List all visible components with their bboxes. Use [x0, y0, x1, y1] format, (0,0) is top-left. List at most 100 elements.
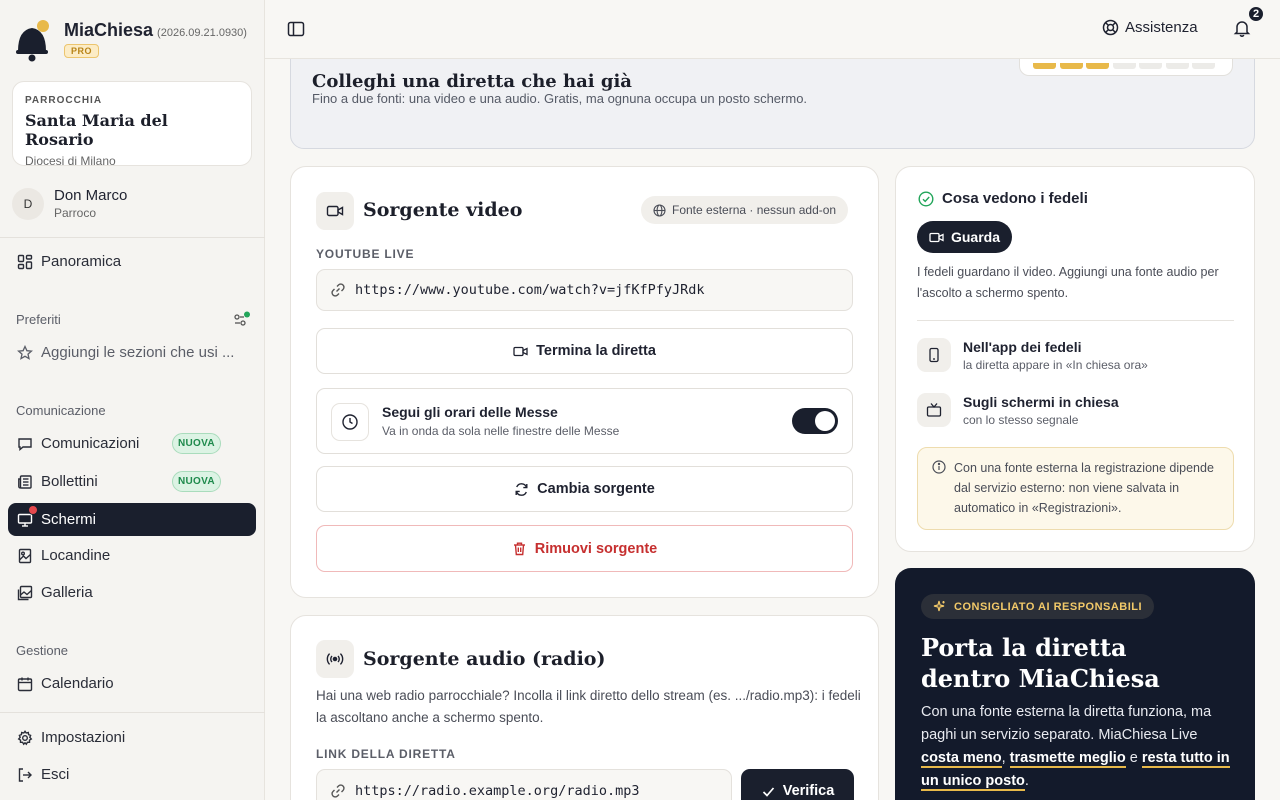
notification-dot	[28, 505, 38, 515]
slot-free	[1192, 63, 1215, 69]
sidebar-item-posters[interactable]: Locandine	[8, 539, 256, 572]
sidebar-item-label: Esci	[41, 766, 70, 783]
external-live-banner: Colleghi una diretta che hai già Fino a …	[290, 59, 1255, 149]
sidebar-item-overview[interactable]: Panoramica	[8, 245, 256, 278]
mass-schedule-row: Segui gli orari delle Messe Va in onda d…	[316, 388, 853, 454]
audio-url-value: https://radio.example.org/radio.mp3	[355, 783, 640, 799]
help-button[interactable]: Assistenza	[1102, 19, 1198, 36]
app-name: MiaChiesa	[64, 20, 154, 40]
favorites-hint[interactable]: Aggiungi le sezioni che usi ...	[8, 336, 256, 369]
sidebar-item-screens[interactable]: Schermi	[8, 503, 256, 536]
recommended-label: CONSIGLIATO AI RESPONSABILI	[954, 600, 1143, 613]
notifications-bell-icon[interactable]	[1233, 19, 1251, 37]
star-icon	[17, 344, 33, 360]
audio-source-description: Hai una web radio parrocchiale? Incolla …	[316, 688, 861, 725]
promo-highlight-better[interactable]: trasmette meglio	[1009, 750, 1126, 768]
youtube-url-input[interactable]: https://www.youtube.com/watch?v=jfKfPfyJ…	[316, 269, 853, 311]
sidebar-item-gallery[interactable]: Galleria	[8, 576, 256, 609]
video-camera-icon	[316, 192, 354, 230]
divider	[0, 237, 265, 238]
sparkle-icon	[933, 600, 945, 612]
clock-icon	[331, 403, 369, 441]
user-role: Parroco	[54, 206, 97, 220]
audio-url-input[interactable]: https://radio.example.org/radio.mp3	[316, 769, 732, 800]
youtube-field-label: YOUTUBE LIVE	[316, 247, 415, 261]
newspaper-icon	[18, 474, 32, 489]
parish-card[interactable]: PARROCCHIA Santa Maria del Rosario Dioce…	[12, 81, 252, 168]
brand[interactable]: MiaChiesa (2026.09.21.0930) PRO	[14, 18, 247, 62]
watch-label: Guarda	[950, 229, 1000, 245]
remove-source-label: Rimuovi sorgente	[534, 540, 658, 557]
screen-slots-indicator	[1019, 59, 1233, 76]
user-profile[interactable]: D Don Marco Parroco	[12, 187, 127, 220]
link-icon	[331, 283, 345, 297]
link-icon	[331, 784, 345, 798]
slot-free	[1165, 63, 1189, 69]
sidebar-item-logout[interactable]: Esci	[8, 758, 256, 791]
verify-button[interactable]: Verifica	[741, 769, 854, 800]
promo-body: Con una fonte esterna la diretta funzion…	[921, 701, 1236, 793]
gear-icon	[17, 729, 33, 745]
change-source-button[interactable]: Cambia sorgente	[316, 466, 853, 512]
sidebar-item-label: Panoramica	[41, 253, 122, 270]
check-circle-icon	[918, 191, 934, 207]
video-source-title: Sorgente video	[363, 199, 523, 221]
end-live-button[interactable]: Termina la diretta	[316, 328, 853, 374]
feature-app: Nell'app dei fedeli la diretta appare in…	[917, 338, 1148, 372]
sidebar-item-bulletins[interactable]: Bollettini NUOVA	[8, 465, 256, 498]
promo-period: .	[1024, 773, 1029, 789]
feature-screens: Sugli schermi in chiesa con lo stesso se…	[917, 393, 1119, 427]
sidebar-item-label: Calendario	[41, 675, 114, 692]
slot-used	[1033, 63, 1056, 69]
sidebar-item-label: Schermi	[41, 511, 97, 528]
live-promo-card: CONSIGLIATO AI RESPONSABILI Porta la dir…	[895, 568, 1255, 800]
calendar-icon	[17, 677, 33, 691]
divider	[0, 712, 265, 713]
banner-subtitle: Fino a due fonti: una video e una audio.…	[312, 91, 808, 106]
remove-source-button[interactable]: Rimuovi sorgente	[316, 525, 853, 572]
slot-free	[1139, 63, 1162, 69]
slot-free	[1112, 63, 1136, 69]
customize-favorites-icon[interactable]	[233, 311, 251, 329]
sidebar-item-label: Galleria	[41, 584, 93, 601]
app-version: (2026.09.21.0930)	[157, 27, 247, 39]
user-name: Don Marco	[54, 187, 128, 204]
sidebar-item-label: Impostazioni	[41, 729, 126, 746]
youtube-url-value: https://www.youtube.com/watch?v=jfKfPfyJ…	[355, 282, 705, 298]
smartphone-icon	[917, 338, 951, 372]
schedule-toggle[interactable]	[792, 408, 838, 434]
watch-button[interactable]: Guarda	[917, 221, 1012, 253]
promo-separator: ,	[1001, 750, 1006, 766]
sidebar-item-calendar[interactable]: Calendario	[8, 667, 256, 700]
sidebar-item-settings[interactable]: Impostazioni	[8, 721, 256, 754]
info-icon	[932, 460, 946, 474]
gallery-icon	[17, 585, 33, 600]
sidebar-item-label: Bollettini	[41, 473, 98, 490]
sidebar-item-communications[interactable]: Comunicazioni NUOVA	[8, 427, 256, 460]
promo-highlight-cheaper[interactable]: costa meno	[921, 750, 1002, 768]
communication-section-title: Comunicazione	[16, 403, 106, 418]
management-section-title: Gestione	[16, 643, 69, 658]
new-badge: NUOVA	[172, 433, 221, 454]
tv-icon	[917, 393, 951, 427]
help-label: Assistenza	[1125, 19, 1198, 36]
globe-icon	[653, 203, 666, 217]
recommended-chip: CONSIGLIATO AI RESPONSABILI	[921, 594, 1155, 619]
divider	[917, 320, 1234, 321]
parish-diocese: Diocesi di Milano	[25, 154, 116, 168]
preview-title: Cosa vedono i fedeli	[942, 190, 1088, 207]
sidebar-item-label: Comunicazioni	[41, 435, 140, 452]
trash-icon	[513, 542, 525, 556]
main-content: Colleghi una diretta che hai già Fino a …	[265, 59, 1280, 800]
lifebuoy-icon	[1102, 19, 1119, 36]
recording-warning: Con una fonte esterna la registrazione d…	[917, 447, 1234, 530]
sidebar-toggle-icon[interactable]	[287, 20, 305, 38]
top-bar: Assistenza 2	[265, 0, 1280, 59]
schedule-subtitle: Va in onda da sola nelle finestre delle …	[382, 424, 620, 438]
end-live-label: Termina la diretta	[536, 343, 656, 359]
preview-description: I fedeli guardano il video. Aggiungi una…	[917, 265, 1219, 300]
promo-separator: e	[1129, 750, 1138, 766]
external-source-chip: Fonte esterna · nessun add-on	[641, 196, 849, 224]
dashboard-icon	[17, 254, 33, 269]
video-camera-icon	[929, 232, 944, 242]
